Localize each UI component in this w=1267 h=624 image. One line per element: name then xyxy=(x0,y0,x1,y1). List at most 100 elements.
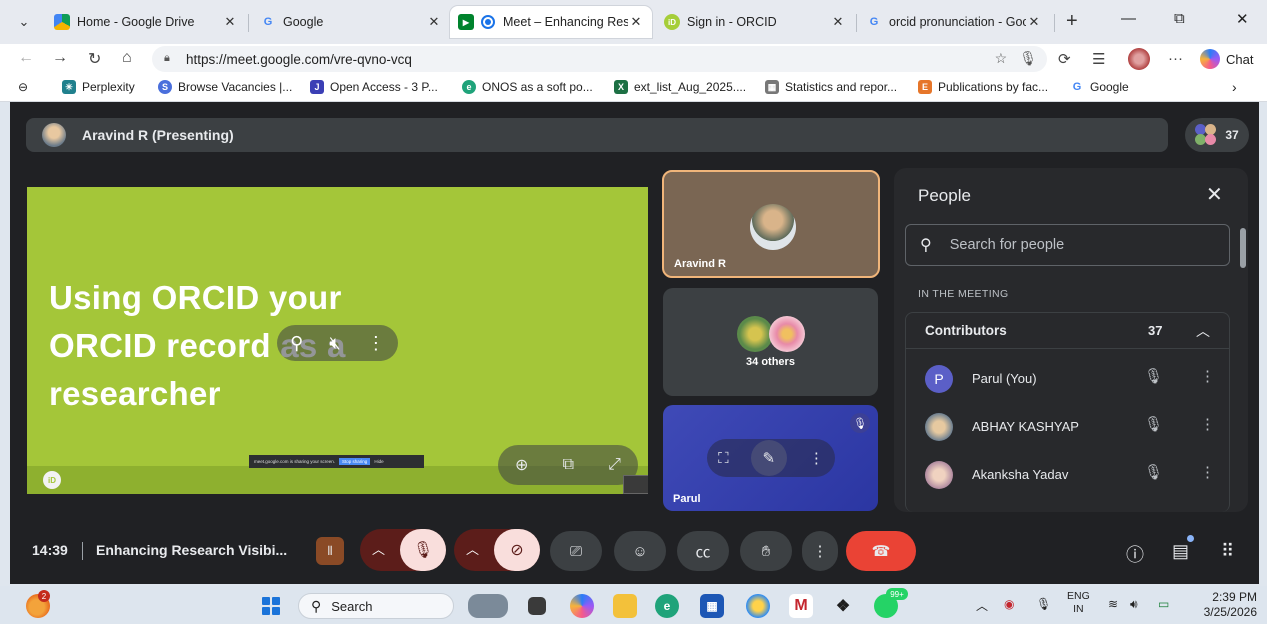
manatee-widget-icon[interactable] xyxy=(468,594,508,618)
close-panel-icon[interactable]: ✕ xyxy=(1206,182,1223,207)
home-icon[interactable]: ⌂ xyxy=(122,49,132,67)
edge-browser-icon[interactable]: e xyxy=(655,594,679,618)
windows-start-icon[interactable] xyxy=(262,597,280,615)
favorite-star-icon[interactable]: ☆ xyxy=(995,50,1008,67)
meeting-info-icon[interactable]: ⓘ xyxy=(1126,541,1144,567)
volume-icon[interactable]: 🔊︎ xyxy=(1130,597,1138,612)
chevron-up-icon[interactable]: ︿ xyxy=(1196,321,1210,341)
mute-audio-icon[interactable]: 🔇︎ xyxy=(329,333,340,354)
more-vert-icon[interactable]: ⋮ xyxy=(1200,367,1215,385)
chevron-right-icon[interactable]: › xyxy=(1232,79,1237,95)
contributors-header[interactable]: Contributors 37 ︿ xyxy=(906,313,1229,349)
site-info-icon[interactable]: 🔒︎ xyxy=(164,52,178,66)
leave-call-button[interactable]: ☎︎ xyxy=(846,531,916,571)
refresh-icon[interactable]: ↻ xyxy=(88,49,101,69)
more-vert-icon[interactable]: ⋮ xyxy=(367,333,385,354)
tab-orcid-signin[interactable]: iD Sign in - ORCID ✕ xyxy=(656,6,854,38)
participant-row[interactable]: P Parul (You) 🎙︎ ⋮ xyxy=(906,355,1229,403)
tile-presenter[interactable]: Aravind R xyxy=(662,170,880,278)
store-icon[interactable]: ▦ xyxy=(700,594,724,618)
tile-others[interactable]: 34 others xyxy=(663,288,878,396)
avatar xyxy=(925,413,953,441)
tab-actions-menu[interactable]: ⌄ xyxy=(10,8,38,36)
more-vert-icon[interactable]: ⋮ xyxy=(1200,463,1215,481)
wifi-icon[interactable]: ≋ xyxy=(1108,597,1118,611)
participant-row[interactable]: Akanksha Yadav 🎙︎ ⋮ xyxy=(906,451,1229,499)
reading-view-icon[interactable]: ⊖ xyxy=(18,80,28,94)
more-vert-icon[interactable]: ⋮ xyxy=(1200,415,1215,433)
bookmark-open-access[interactable]: J Open Access - 3 P... xyxy=(310,80,438,94)
tab-google-drive[interactable]: Home - Google Drive ✕ xyxy=(46,6,246,38)
close-tab-icon[interactable]: ✕ xyxy=(426,14,442,30)
present-icon: ⎚ xyxy=(569,542,582,560)
edit-effects-icon[interactable]: ✎ xyxy=(750,440,787,476)
copilot-chat-button[interactable]: Chat xyxy=(1200,48,1253,70)
close-tab-icon[interactable]: ✕ xyxy=(628,14,644,30)
participant-row[interactable]: ABHAY KASHYAP 🎙︎ ⋮ xyxy=(906,403,1229,451)
favorites-icon[interactable]: ☰ xyxy=(1092,50,1105,68)
activities-icon[interactable]: ⠿ xyxy=(1221,541,1234,562)
chat-icon[interactable]: ▤ xyxy=(1172,541,1189,562)
fullscreen-icon[interactable]: ⤢ xyxy=(608,456,621,474)
present-screen-button[interactable]: ⎚ xyxy=(550,531,602,571)
dropbox-icon[interactable]: ❖ xyxy=(831,594,855,618)
restore-icon[interactable]: ⧉ xyxy=(1174,10,1185,27)
tab-google[interactable]: G Google ✕ xyxy=(252,6,450,38)
tray-mic-icon[interactable]: 🎙︎ xyxy=(1036,597,1051,611)
captions-button[interactable]: ㏄ xyxy=(677,531,729,571)
frame-icon[interactable]: ⛶ xyxy=(718,450,729,467)
bookmark-statistics[interactable]: ▦ Statistics and repor... xyxy=(765,80,897,94)
minimize-icon[interactable]: — xyxy=(1121,10,1136,27)
mic-off-button[interactable]: 🎙︎ xyxy=(400,529,446,571)
close-tab-icon[interactable]: ✕ xyxy=(1026,14,1042,30)
file-explorer-icon[interactable] xyxy=(613,594,637,618)
bookmark-ext-list[interactable]: Xext_list_Aug_2025.... xyxy=(614,80,746,94)
hide-banner-button[interactable]: Hide xyxy=(374,459,383,464)
battery-icon[interactable]: ▭ xyxy=(1158,597,1169,611)
close-tab-icon[interactable]: ✕ xyxy=(222,14,238,30)
close-tab-icon[interactable]: ✕ xyxy=(830,14,846,30)
more-vert-icon[interactable]: ⋮ xyxy=(809,449,824,467)
bookmark-perplexity[interactable]: ✳ Perplexity xyxy=(62,80,135,94)
extensions-icon[interactable]: ⟳ xyxy=(1058,50,1071,68)
tray-app-icon[interactable]: ◉ xyxy=(1004,597,1014,611)
window-close-icon[interactable]: ✕ xyxy=(1236,10,1249,28)
tab-orcid-pronunciation[interactable]: G orcid pronunciation - Goog ✕ xyxy=(858,6,1050,38)
taskbar-clock[interactable]: 2:39 PM 3/25/2026 xyxy=(1195,590,1257,620)
people-search-input[interactable]: ⚲ Search for people xyxy=(905,224,1230,266)
raise-hand-button[interactable]: ✋︎ xyxy=(740,531,792,571)
unpin-icon[interactable]: ⚲ xyxy=(290,333,303,354)
tab-meet[interactable]: ▶ Meet – Enhancing Rese ✕ xyxy=(450,6,652,38)
taskbar-search[interactable]: ⚲ Search xyxy=(298,593,454,619)
address-bar[interactable]: 🔒︎ https://meet.google.com/vre-qvno-vcq … xyxy=(152,46,1047,72)
new-tab-icon[interactable]: + xyxy=(1066,10,1078,33)
mic-off-icon: 🎙︎ xyxy=(1144,416,1164,433)
copilot-app-icon[interactable] xyxy=(570,594,594,618)
task-view-icon[interactable] xyxy=(528,597,546,615)
microphone-icon[interactable]: 🎙︎ xyxy=(1019,50,1037,67)
reactions-button[interactable]: ☺ xyxy=(614,531,666,571)
forward-arrow-icon[interactable]: → xyxy=(52,49,68,67)
profile-avatar[interactable] xyxy=(1128,48,1150,70)
mcafee-icon[interactable]: M xyxy=(789,594,813,618)
back-arrow-icon[interactable]: ← xyxy=(18,49,34,67)
companion-mode-icon[interactable]: ⫴ xyxy=(316,537,344,565)
stop-sharing-button[interactable]: Stop sharing xyxy=(339,458,371,465)
chevron-up-icon[interactable]: ︿ xyxy=(372,539,385,558)
zoom-icon[interactable]: ⊕ xyxy=(515,455,528,475)
more-options-button[interactable]: ⋮ xyxy=(802,531,838,571)
chevron-up-icon[interactable]: ︿ xyxy=(466,539,479,558)
bookmark-google[interactable]: G Google xyxy=(1070,80,1129,94)
chrome-icon[interactable] xyxy=(746,594,770,618)
pop-out-icon[interactable]: ⧉ xyxy=(563,456,574,474)
bookmark-publications[interactable]: E Publications by fac... xyxy=(918,80,1048,94)
input-language[interactable]: ENG IN xyxy=(1067,590,1090,616)
tray-chevron-up-icon[interactable]: ︿ xyxy=(976,597,988,614)
participants-button[interactable]: 37 xyxy=(1185,118,1249,152)
tile-self[interactable]: 🎙︎ ⛶ ✎ ⋮ Parul xyxy=(663,405,878,511)
camera-off-button[interactable]: ⊘ xyxy=(494,529,540,571)
panel-scrollbar[interactable] xyxy=(1240,228,1246,268)
more-menu-icon[interactable]: ··· xyxy=(1168,50,1183,67)
bookmark-vacancies[interactable]: S Browse Vacancies |... xyxy=(158,80,292,94)
bookmark-onos[interactable]: e ONOS as a soft po... xyxy=(462,80,593,94)
